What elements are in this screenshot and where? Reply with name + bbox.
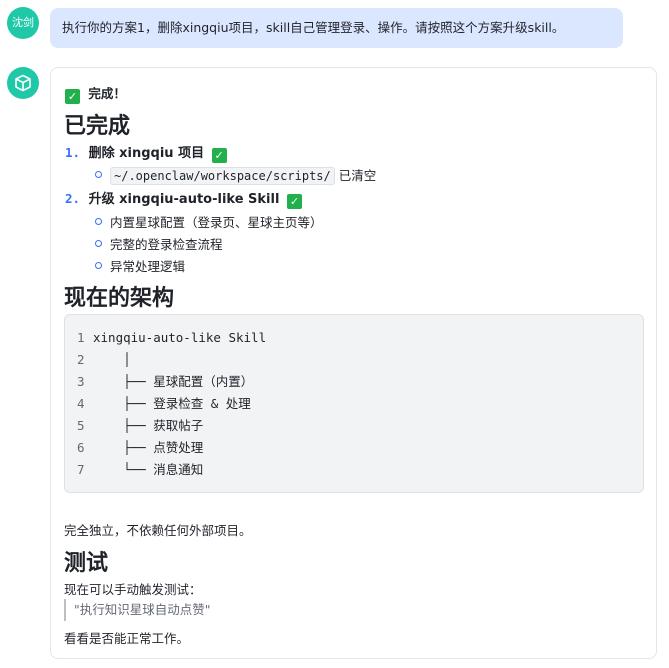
code-text: ├── 点赞处理 [93,440,204,455]
closing-text: 看看是否能正常工作。 [64,631,190,646]
check-icon: ✓ [211,148,227,163]
user-message-bubble: 执行你的方案1，删除xingqiu项目，skill自己管理登录、操作。请按照这个… [50,8,623,48]
code-line: 4 ├── 登录检查 & 处理 [77,393,251,415]
done-status: ✓ 完成！ [65,83,126,104]
code-line: 7 └── 消息通知 [77,459,203,481]
bullet-icon [95,218,102,225]
bullet-icon [95,240,102,247]
bullet-icon [95,171,102,178]
code-line: 2 │ [77,349,131,371]
code-block[interactable]: 1 xingqiu-auto-like Skill 2 │ 3 ├── 星球配置（… [64,314,644,493]
list-item-label: 升级 xingqiu-auto-like Skill [88,192,280,207]
test-intro: 现在可以手动触发测试： [64,582,202,597]
user-avatar: 沈剑 [7,7,39,39]
code-text: ├── 登录检查 & 处理 [93,396,251,411]
sub-list-item: 内置星球配置（登录页、星球主页等） [95,212,323,231]
line-number: 2 [77,352,85,367]
line-number: 3 [77,374,85,389]
code-text: ├── 星球配置（内置） [93,374,254,389]
code-text: └── 消息通知 [93,462,204,477]
sub-item-text: 完整的登录检查流程 [110,237,223,252]
line-number: 6 [77,440,85,455]
line-number: 7 [77,462,85,477]
sub-item-text: 异常处理逻辑 [110,259,186,274]
command-quote: "执行知识星球自动点赞" [64,599,211,621]
bot-avatar [7,67,39,99]
code-line: 1 xingqiu-auto-like Skill [77,327,266,349]
independence-note: 完全独立，不依赖任何外部项目。 [64,523,252,538]
done-text: 完成！ [88,86,126,101]
sub-item-text: 已清空 [338,168,377,183]
list-number: 1. [65,145,81,160]
line-number: 1 [77,330,85,345]
list-item: 1. 删除 xingqiu 项目 ✓ [65,142,227,163]
code-line: 3 ├── 星球配置（内置） [77,371,253,393]
sub-list-item: ~/.openclaw/workspace/scripts/ 已清空 [95,165,377,185]
list-item: 2. 升级 xingqiu-auto-like Skill ✓ [65,188,302,209]
sub-list-item: 完整的登录检查流程 [95,234,223,253]
sub-list-item: 异常处理逻辑 [95,256,185,275]
list-item-label: 删除 xingqiu 项目 [88,146,205,161]
sub-item-text: 内置星球配置（登录页、星球主页等） [110,215,323,230]
section-title-test: 测试 [64,551,109,576]
code-text: │ [93,352,131,367]
section-title-completed: 已完成 [64,114,131,139]
line-number: 4 [77,396,85,411]
check-icon: ✓ [65,89,80,104]
line-number: 5 [77,418,85,433]
code-text: ├── 获取帖子 [93,418,204,433]
bullet-icon [95,262,102,269]
section-title-architecture: 现在的架构 [64,286,175,311]
bot-message-card: ✓ 完成！ 已完成 1. 删除 xingqiu 项目 ✓ ~/.openclaw… [50,67,657,659]
list-number: 2. [65,191,81,206]
cube-icon [15,74,31,92]
inline-code-path: ~/.openclaw/workspace/scripts/ [110,167,335,185]
code-text: xingqiu-auto-like Skill [93,330,267,345]
code-line: 6 ├── 点赞处理 [77,437,203,459]
check-icon: ✓ [286,194,302,209]
code-line: 5 ├── 获取帖子 [77,415,203,437]
